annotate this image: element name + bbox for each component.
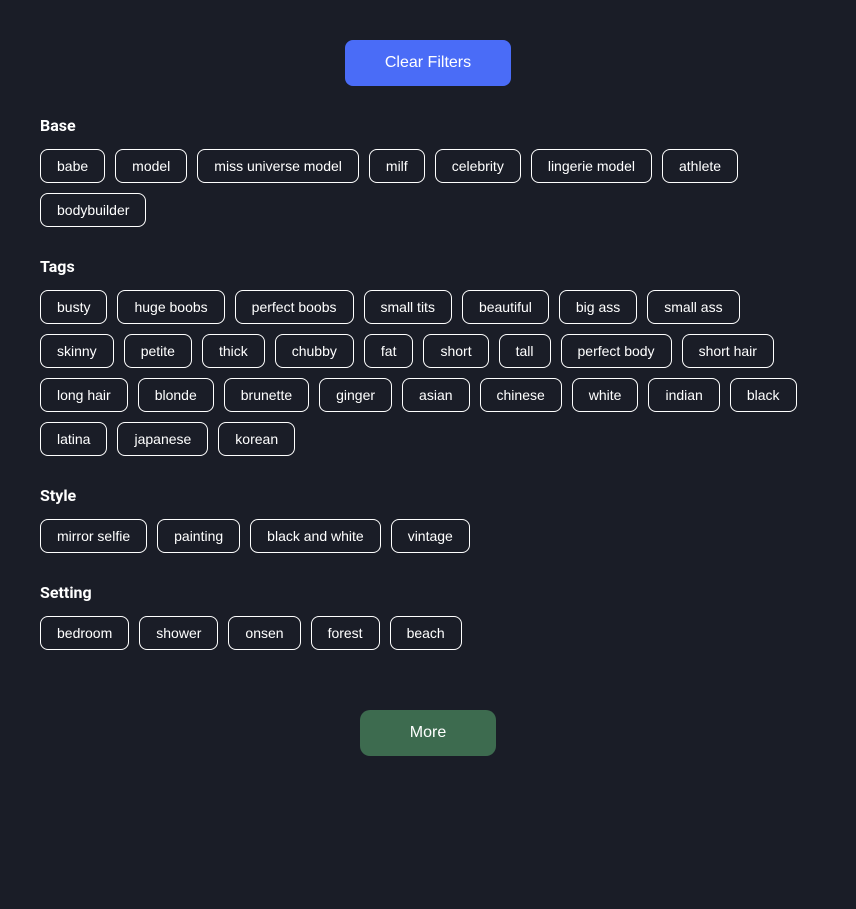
tag-chip-short[interactable]: short (423, 334, 488, 368)
tag-chip-petite[interactable]: petite (124, 334, 192, 368)
tag-chip-japanese[interactable]: japanese (117, 422, 208, 456)
tags-container-style: mirror selfie painting black and white vint… (40, 519, 816, 553)
sections-container: Base babe model miss universe model milf cele… (40, 116, 816, 650)
section-title-base: Base (40, 116, 816, 135)
tag-chip-huge-boobs[interactable]: huge boobs (117, 290, 224, 324)
tag-chip-painting[interactable]: painting (157, 519, 240, 553)
tag-chip-fat[interactable]: fat (364, 334, 414, 368)
tag-chip-athlete[interactable]: athlete (662, 149, 738, 183)
tag-chip-shower[interactable]: shower (139, 616, 218, 650)
section-style: Style mirror selfie painting black and whit… (40, 486, 816, 553)
tag-chip-ginger[interactable]: ginger (319, 378, 392, 412)
tag-chip-celebrity[interactable]: celebrity (435, 149, 521, 183)
tag-chip-korean[interactable]: korean (218, 422, 295, 456)
tag-chip-indian[interactable]: indian (648, 378, 719, 412)
tag-chip-brunette[interactable]: brunette (224, 378, 309, 412)
tag-chip-busty[interactable]: busty (40, 290, 107, 324)
tag-chip-white[interactable]: white (572, 378, 639, 412)
tag-chip-mirror-selfie[interactable]: mirror selfie (40, 519, 147, 553)
tag-chip-long-hair[interactable]: long hair (40, 378, 128, 412)
tag-chip-latina[interactable]: latina (40, 422, 107, 456)
footer-area: More (40, 680, 816, 776)
section-title-style: Style (40, 486, 816, 505)
clear-filters-button[interactable]: Clear Filters (345, 40, 511, 86)
tag-chip-bodybuilder[interactable]: bodybuilder (40, 193, 146, 227)
tag-chip-beach[interactable]: beach (390, 616, 462, 650)
section-tags: Tags busty huge boobs perfect boobs small ti… (40, 257, 816, 456)
tag-chip-chubby[interactable]: chubby (275, 334, 354, 368)
tag-chip-perfect-body[interactable]: perfect body (561, 334, 672, 368)
tag-chip-chinese[interactable]: chinese (480, 378, 562, 412)
section-base: Base babe model miss universe model milf cele… (40, 116, 816, 227)
section-title-tags: Tags (40, 257, 816, 276)
tag-chip-small-tits[interactable]: small tits (364, 290, 452, 324)
tag-chip-big-ass[interactable]: big ass (559, 290, 637, 324)
tags-container-base: babe model miss universe model milf celebrit… (40, 149, 816, 227)
tag-chip-lingerie-model[interactable]: lingerie model (531, 149, 652, 183)
tag-chip-skinny[interactable]: skinny (40, 334, 114, 368)
section-title-setting: Setting (40, 583, 816, 602)
tag-chip-beautiful[interactable]: beautiful (462, 290, 549, 324)
section-setting: Setting bedroom shower onsen forest beach (40, 583, 816, 650)
more-button[interactable]: More (360, 710, 496, 756)
tag-chip-milf[interactable]: milf (369, 149, 425, 183)
tags-container-setting: bedroom shower onsen forest beach (40, 616, 816, 650)
tags-container-tags: busty huge boobs perfect boobs small tits be… (40, 290, 816, 456)
tag-chip-black[interactable]: black (730, 378, 797, 412)
tag-chip-black-and-white[interactable]: black and white (250, 519, 381, 553)
header-area: Clear Filters (40, 20, 816, 116)
tag-chip-asian[interactable]: asian (402, 378, 469, 412)
tag-chip-forest[interactable]: forest (311, 616, 380, 650)
tag-chip-small-ass[interactable]: small ass (647, 290, 739, 324)
tag-chip-blonde[interactable]: blonde (138, 378, 214, 412)
tag-chip-perfect-boobs[interactable]: perfect boobs (235, 290, 354, 324)
tag-chip-vintage[interactable]: vintage (391, 519, 470, 553)
tag-chip-tall[interactable]: tall (499, 334, 551, 368)
tag-chip-babe[interactable]: babe (40, 149, 105, 183)
tag-chip-thick[interactable]: thick (202, 334, 265, 368)
tag-chip-onsen[interactable]: onsen (228, 616, 300, 650)
tag-chip-short-hair[interactable]: short hair (682, 334, 774, 368)
tag-chip-model[interactable]: model (115, 149, 187, 183)
tag-chip-bedroom[interactable]: bedroom (40, 616, 129, 650)
tag-chip-miss-universe-model[interactable]: miss universe model (197, 149, 359, 183)
